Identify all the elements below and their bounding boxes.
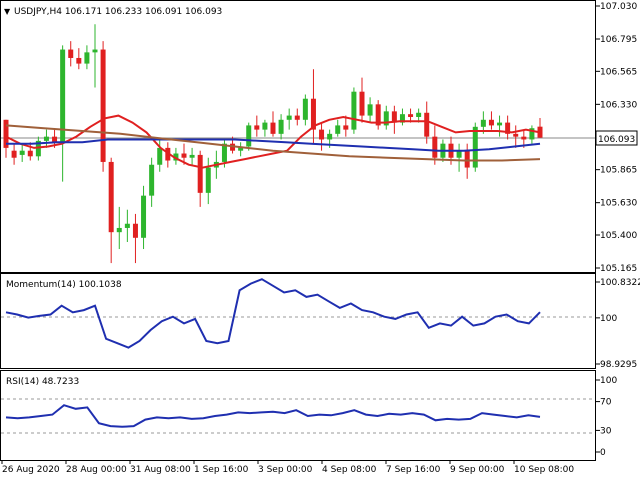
candle-body [132, 223, 138, 238]
candle-body [464, 150, 470, 168]
y-tick-label: 106.795 [600, 35, 637, 45]
candle-body [335, 125, 341, 134]
candle-body [488, 119, 494, 126]
candle-body [513, 133, 519, 137]
y-tick-label: 105.865 [600, 166, 637, 176]
symbol-ohlc-label: USDJPY,H4 106.171 106.233 106.091 106.09… [14, 7, 222, 17]
candle-body [60, 49, 66, 143]
y-tick-label: 100 [600, 376, 617, 386]
candle-body [262, 122, 268, 130]
candle-body [302, 98, 308, 120]
candle-body [497, 122, 503, 126]
x-tick-label: 3 Sep 00:00 [258, 465, 313, 475]
y-tick-label: 100.8322 [600, 278, 640, 288]
x-tick-label: 4 Sep 08:00 [322, 465, 377, 475]
candle-body [367, 104, 373, 116]
candle-body [270, 122, 276, 134]
x-tick-label: 1 Sep 16:00 [194, 465, 249, 475]
y-tick-label: 30 [600, 426, 612, 436]
candle-body [416, 112, 422, 117]
candle-body [43, 136, 49, 141]
candle-body [197, 154, 203, 193]
y-tick-label: 105.630 [600, 199, 637, 209]
candle-body [11, 150, 17, 158]
candle-body [27, 150, 33, 157]
candle-body [343, 125, 349, 130]
chart-root: 107.030 106.795 106.565 106.330 105.865 105.6… [0, 0, 640, 475]
x-tick-label: 31 Aug 08:00 [130, 465, 191, 475]
candle-body [408, 114, 414, 117]
y-tick-label: 70 [600, 398, 612, 408]
candle-body [480, 119, 486, 127]
candle-body [76, 57, 82, 64]
current-price-label: 106.093 [598, 135, 635, 145]
y-tick-label: 106.330 [600, 100, 637, 110]
candle-body [424, 112, 430, 137]
collapse-triangle-icon[interactable]: ▼ [4, 7, 11, 16]
candle-body [521, 136, 527, 140]
candle-body [351, 91, 357, 130]
candle-body [456, 150, 462, 158]
candle-body [149, 164, 155, 196]
x-axis-ticks: 26 Aug 2020 28 Aug 00:00 31 Aug 08:00 1 Sep… [1, 460, 574, 475]
candle-body [68, 49, 74, 58]
y-tick-label: 100 [600, 314, 617, 324]
y-tick-label: 105.400 [600, 231, 637, 241]
y-tick-label: 0 [600, 448, 606, 458]
candle-body [359, 91, 365, 116]
candle-body [157, 147, 163, 165]
y-axis-ticks: 107.030 106.795 106.565 106.330 105.865 105.6… [596, 2, 640, 458]
candle-body [19, 150, 25, 155]
candle-body [246, 125, 252, 147]
candle-body [84, 52, 90, 64]
x-tick-label: 28 Aug 00:00 [66, 465, 127, 475]
candle-body [432, 136, 438, 158]
x-tick-label: 26 Aug 2020 [2, 465, 60, 475]
x-tick-label: 7 Sep 16:00 [386, 465, 441, 475]
candle-body [205, 167, 211, 193]
rsi-label: RSI(14) 48.7233 [6, 377, 79, 387]
candle-body [189, 154, 195, 158]
y-tick-label: 105.165 [600, 264, 637, 274]
y-tick-label: 106.565 [600, 67, 637, 77]
y-tick-label: 98.9295 [600, 360, 637, 370]
candle-body [100, 49, 106, 162]
x-tick-label: 9 Sep 00:00 [450, 465, 505, 475]
candle-body [116, 227, 122, 233]
y-tick-label: 107.030 [600, 2, 637, 12]
candle-body [141, 195, 147, 238]
candle-body [124, 223, 130, 228]
candle-body [254, 125, 260, 130]
candle-body [294, 115, 300, 120]
x-tick-label: 10 Sep 08:00 [514, 465, 574, 475]
candle-body [108, 161, 114, 233]
momentum-label: Momentum(14) 100.1038 [6, 280, 122, 290]
candle-body [286, 115, 292, 120]
candle-body [181, 153, 187, 158]
candle-body [278, 119, 284, 134]
candle-body [327, 133, 333, 140]
candle-body [92, 49, 98, 53]
main-panel-frame [0, 0, 596, 273]
candle-body [319, 129, 325, 140]
